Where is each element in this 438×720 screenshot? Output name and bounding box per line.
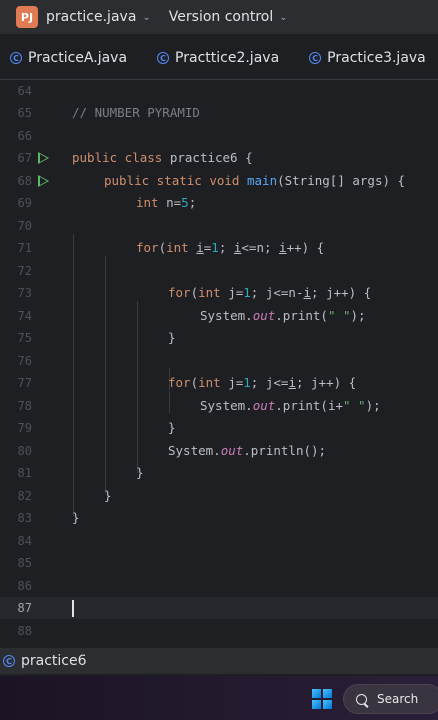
project-badge[interactable]: PJ xyxy=(16,6,38,28)
code-line: 82} xyxy=(0,485,438,507)
line-number: 79 xyxy=(17,421,32,435)
code-line: 75} xyxy=(0,327,438,349)
code-line: 76 xyxy=(0,350,438,372)
line-number: 77 xyxy=(17,376,32,390)
class-icon: C xyxy=(157,52,170,64)
tab-practtice2[interactable]: C Practtice2.java xyxy=(157,50,279,66)
line-number: 82 xyxy=(17,489,32,503)
line-number: 87 xyxy=(17,601,32,615)
class-icon: C xyxy=(309,52,322,64)
tab-label: Practice3.java xyxy=(327,50,426,66)
code-line: 66 xyxy=(0,125,438,147)
code-line: 85 xyxy=(0,552,438,574)
line-number: 73 xyxy=(17,286,32,300)
taskbar-search-button[interactable]: Search xyxy=(343,684,438,714)
code-line: 67 public class practice6 { xyxy=(0,147,438,169)
line-number: 68 xyxy=(17,174,32,188)
code-line: 77 for(int j=1; j<=i; j++) { xyxy=(0,372,438,394)
code-line: 69 int n=5; xyxy=(0,192,438,214)
code-line: 72 xyxy=(0,260,438,282)
tab-practice3[interactable]: C Practice3.java xyxy=(309,50,426,66)
comment: // NUMBER PYRAMID xyxy=(72,105,200,120)
line-number: 84 xyxy=(17,534,32,548)
line-number: 86 xyxy=(17,579,32,593)
line-number: 64 xyxy=(17,84,32,98)
code-line: 71 for(int i=1; i<=n; i++) { xyxy=(0,237,438,259)
code-line: 88 xyxy=(0,620,438,642)
line-number: 81 xyxy=(17,466,32,480)
title-bar: PJ practice.java ⌄ Version control ⌄ xyxy=(0,0,438,34)
run-icon[interactable] xyxy=(38,175,49,187)
tab-practicea[interactable]: C PracticeA.java xyxy=(10,50,127,66)
search-label: Search xyxy=(377,692,419,706)
class-icon: C xyxy=(3,655,15,667)
line-number: 75 xyxy=(17,331,32,345)
code-line: 74 System.out.print(" "); xyxy=(0,305,438,327)
code-line: 80 System.out.println(); xyxy=(0,440,438,462)
line-number: 71 xyxy=(17,241,32,255)
version-control-menu[interactable]: Version control xyxy=(169,9,273,25)
code-line: 84 xyxy=(0,530,438,552)
windows-start-icon[interactable] xyxy=(312,689,332,709)
project-name[interactable]: practice.java xyxy=(46,9,136,25)
text-caret xyxy=(72,600,74,617)
line-number: 85 xyxy=(17,556,32,570)
code-line: 81} xyxy=(0,462,438,484)
search-icon xyxy=(356,693,367,705)
chevron-down-icon[interactable]: ⌄ xyxy=(142,12,150,23)
class-icon: C xyxy=(10,52,22,64)
code-line: 86 xyxy=(0,575,438,597)
code-line: 73 for(int j=1; j<=n-i; j++) { xyxy=(0,282,438,304)
line-number: 72 xyxy=(17,264,32,278)
code-line: 70 xyxy=(0,215,438,237)
breadcrumb-class[interactable]: practice6 xyxy=(21,653,87,669)
tab-label: PracticeA.java xyxy=(28,50,128,66)
code-line: 78 System.out.print(i+" "); xyxy=(0,395,438,417)
tab-label: Practtice2.java xyxy=(175,50,280,66)
breadcrumb: C practice6 xyxy=(0,648,438,674)
line-number: 88 xyxy=(17,624,32,638)
line-number: 66 xyxy=(17,129,32,143)
editor-tabs: C PracticeA.java C Practtice2.java C Pra… xyxy=(0,37,438,80)
code-line: 79} xyxy=(0,417,438,439)
line-number: 80 xyxy=(17,444,32,458)
code-line: 83} xyxy=(0,507,438,529)
code-line: 68 public static void main(String[] args)… xyxy=(0,170,438,192)
run-icon[interactable] xyxy=(38,152,49,164)
line-number: 83 xyxy=(17,511,32,525)
line-number: 78 xyxy=(17,399,32,413)
chevron-down-icon[interactable]: ⌄ xyxy=(279,12,287,23)
line-number: 74 xyxy=(17,309,32,323)
line-number: 67 xyxy=(17,151,32,165)
line-number: 70 xyxy=(17,219,32,233)
current-line: 87 xyxy=(0,597,438,619)
line-number: 69 xyxy=(17,196,32,210)
code-line: 65 // NUMBER PYRAMID xyxy=(0,102,438,124)
line-number: 76 xyxy=(17,354,32,368)
code-line: 64 xyxy=(0,80,438,102)
code-editor[interactable]: 64 65 // NUMBER PYRAMID 66 67 public class… xyxy=(0,80,438,645)
line-number: 65 xyxy=(17,106,32,120)
